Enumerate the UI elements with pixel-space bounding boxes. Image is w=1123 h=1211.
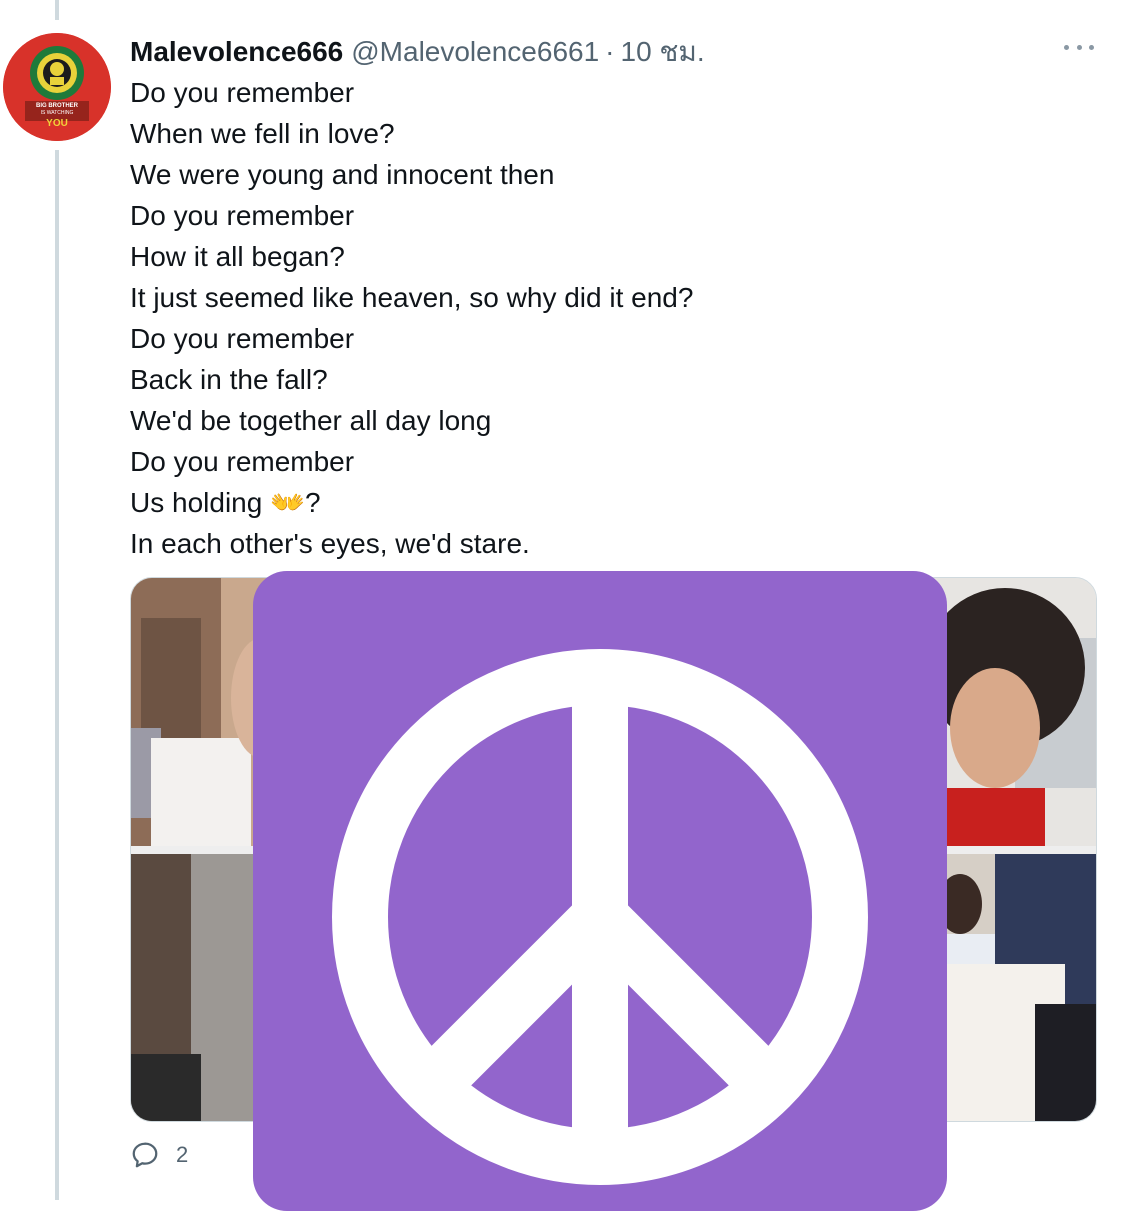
thread-line-top — [55, 0, 59, 20]
tweet-line: We were young and innocent then — [130, 159, 555, 190]
tweet-line: Us holding 👐? — [130, 487, 321, 518]
tweet-line: Do you remember — [130, 200, 355, 231]
more-dot — [1064, 44, 1069, 50]
tweet-line: Do you remember — [130, 446, 355, 477]
tweet-line: In each other's eyes, we'd stare. — [130, 528, 530, 559]
tweet-line: We'd be together all day long — [130, 405, 492, 436]
timestamp[interactable]: 10 ชม. — [621, 30, 705, 74]
user-handle[interactable]: @Malevolence6661 — [351, 36, 599, 68]
peace-sign-icon — [253, 571, 947, 1211]
tweet-line: How it all began? — [130, 241, 345, 272]
tweet-text: Do you remember When we fell in love? We… — [130, 72, 1090, 564]
display-name[interactable]: Malevolence666 — [130, 36, 343, 68]
avatar-text-1: BIG BROTHER — [36, 103, 79, 109]
tweet-line: When we fell in love? — [130, 118, 395, 149]
tweet-line: Do you remember — [130, 323, 355, 354]
more-dots-icon[interactable] — [1064, 40, 1094, 54]
tweet-line: It just seemed like heaven, so why did i… — [130, 282, 694, 313]
reply-count: 2 — [176, 1142, 189, 1167]
tweet-line: Do you remember — [130, 77, 355, 108]
avatar-text-2: IS WATCHING — [41, 110, 74, 116]
more-dot — [1076, 44, 1082, 50]
separator: · — [605, 36, 615, 67]
avatar-text-3: YOU — [46, 118, 68, 129]
tweet-line: Back in the fall? — [130, 364, 328, 395]
more-dot — [1089, 44, 1094, 50]
avatar[interactable]: BIG BROTHER IS WATCHING YOU — [3, 33, 111, 141]
reply-icon — [132, 1142, 158, 1168]
reply-button[interactable]: 2 — [130, 1140, 188, 1170]
thread-line — [55, 150, 59, 1200]
tweet-header: Malevolence666 @Malevolence6661 · 10 ชม. — [130, 30, 705, 67]
